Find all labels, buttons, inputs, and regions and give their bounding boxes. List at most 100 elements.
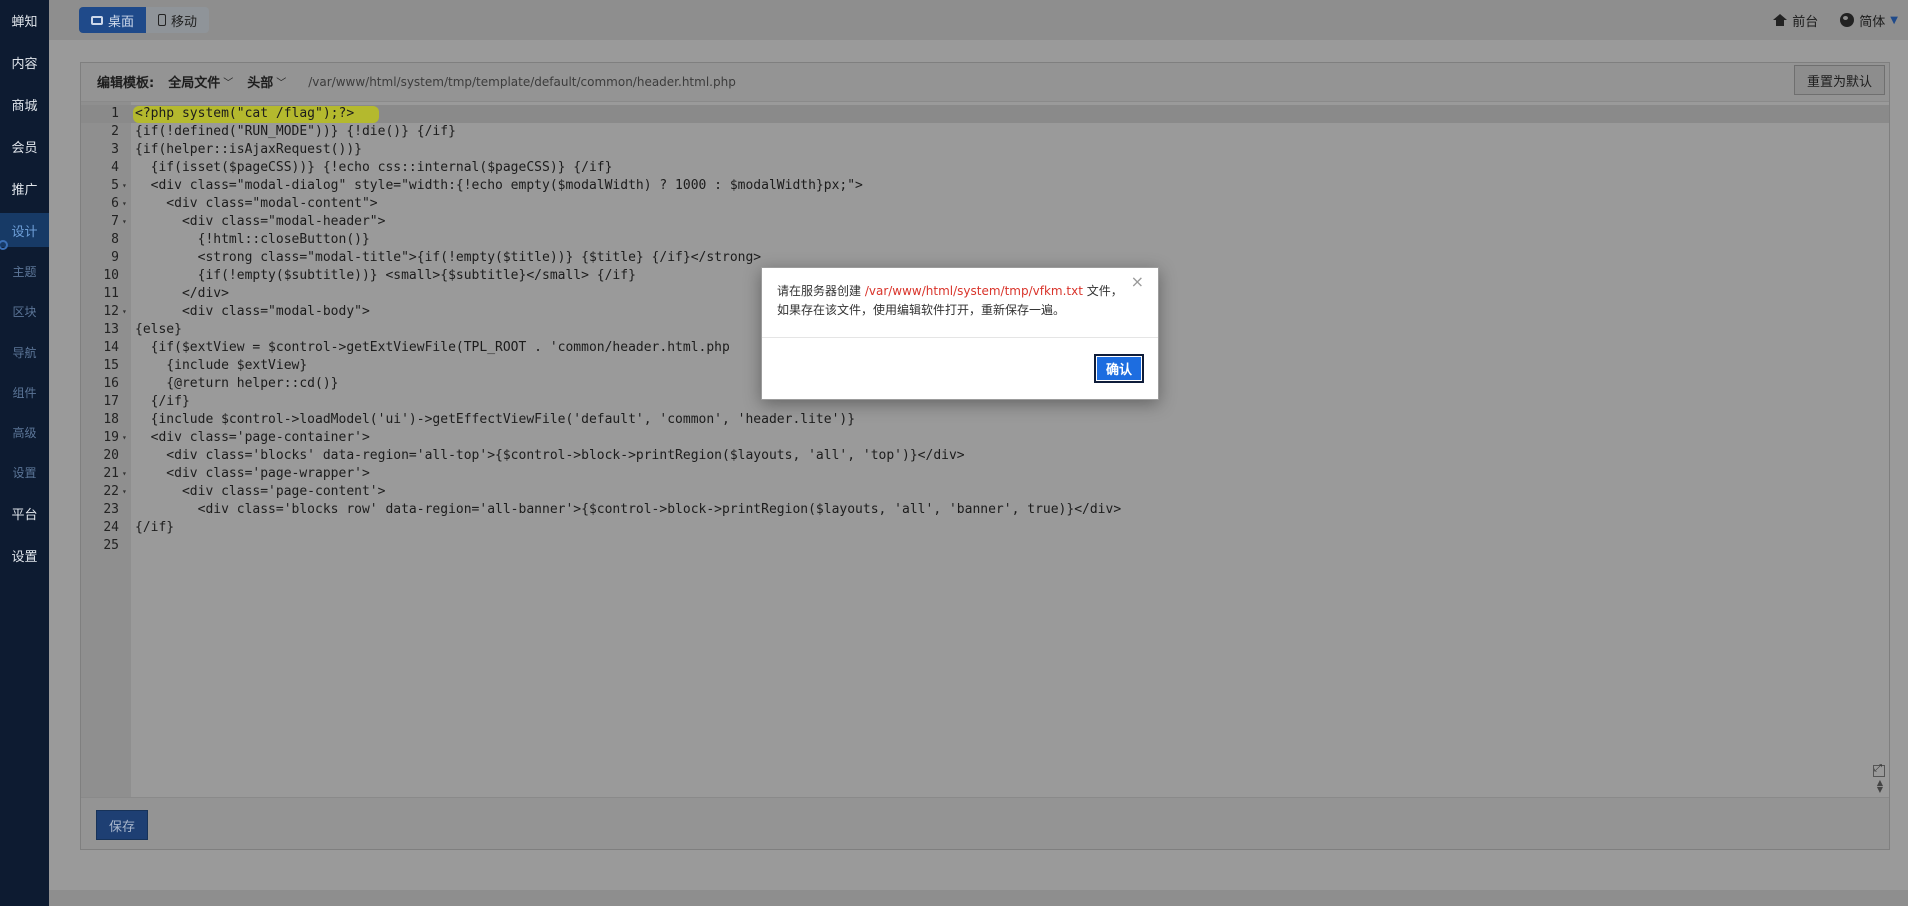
line-number: 23: [103, 502, 119, 517]
code-text: {/if}: [135, 520, 175, 535]
line-number: 6: [111, 196, 119, 211]
reset-default-button[interactable]: 重置为默认: [1793, 65, 1885, 95]
line-number: 15: [103, 358, 119, 373]
line-number: 21: [103, 466, 119, 481]
fold-toggle-icon[interactable]: ▾: [122, 483, 127, 501]
desktop-view-button[interactable]: 桌面: [79, 7, 147, 33]
fold-toggle-icon[interactable]: ▾: [122, 465, 127, 483]
code-text: <div class="modal-body">: [135, 304, 370, 319]
sidebar-item[interactable]: 会员: [0, 129, 49, 163]
section-dropdown[interactable]: 头部 ﹀: [247, 72, 286, 91]
line-number: 12: [103, 304, 119, 319]
code-line: 1 <?php system("cat /flag");?>: [81, 105, 1889, 123]
caret-down-icon: ▼: [1890, 14, 1898, 26]
line-number: 20: [103, 448, 119, 463]
line-number: 5: [111, 178, 119, 193]
code-text: <div class='blocks' data-region='all-top…: [135, 448, 965, 463]
line-number: 24: [103, 520, 119, 535]
language-dropdown[interactable]: 简体 ▼: [1840, 11, 1898, 30]
code-line: 3 {if(helper::isAjaxRequest())}: [81, 141, 1889, 159]
code-line: 4 {if(isset($pageCSS))} {!echo css::inte…: [81, 159, 1889, 177]
expand-icon: [1873, 763, 1885, 777]
fold-toggle-icon[interactable]: ▾: [122, 303, 127, 321]
code-line: 7 ▾ <div class="modal-header">: [81, 213, 1889, 231]
globe-icon: [1840, 13, 1855, 27]
sidebar-item[interactable]: 导航: [0, 335, 49, 369]
line-number: 22: [103, 484, 119, 499]
mobile-view-button[interactable]: 移动: [146, 7, 210, 33]
alert-modal: × 请在服务器创建 /var/www/html/system/tmp/vfkm.…: [761, 267, 1159, 400]
scope-dropdown-label: 全局文件: [168, 76, 221, 91]
chevron-down-icon: ﹀: [223, 78, 234, 89]
sidebar-item[interactable]: 区块: [0, 294, 49, 328]
chevron-down-icon: ﹀: [276, 78, 287, 89]
mobile-icon: [158, 14, 167, 26]
code-text: {if(!empty($subtitle))} <small>{$subtitl…: [135, 268, 636, 283]
line-number: 9: [111, 250, 119, 265]
sidebar-item[interactable]: 高级: [0, 415, 49, 449]
sidebar-item[interactable]: 设置: [0, 455, 49, 489]
code-text: {@return helper::cd()}: [135, 376, 339, 391]
line-number: 1: [111, 106, 119, 121]
code-text: <div class='page-wrapper'>: [135, 466, 370, 481]
home-icon: [1773, 14, 1788, 26]
code-line: 2 {if(!defined("RUN_MODE"))} {!die()} {/i…: [81, 123, 1889, 141]
section-dropdown-label: 头部: [247, 76, 274, 91]
view-toggle: 桌面 移动: [79, 7, 210, 33]
close-icon[interactable]: ×: [1131, 272, 1144, 291]
code-line: 23 <div class='blocks row' data-region='…: [81, 501, 1889, 519]
sidebar-item[interactable]: 推广: [0, 171, 49, 205]
monitor-icon: [91, 15, 103, 25]
code-editor[interactable]: 1 <?php system("cat /flag");?> 2 {if(!defin…: [81, 101, 1889, 798]
line-number: 14: [103, 340, 119, 355]
code-text: {else}: [135, 322, 182, 337]
front-link-label: 前台: [1792, 14, 1819, 30]
line-number: 7: [111, 214, 119, 229]
footer-strip: [49, 890, 1908, 906]
code-line: 18 {include $control->loadModel('ui')->g…: [81, 411, 1889, 429]
code-line: 6 ▾ <div class="modal-content">: [81, 195, 1889, 213]
front-link[interactable]: 前台: [1773, 11, 1818, 30]
edit-template-label: 编辑模板:: [97, 76, 155, 91]
top-right-links: 前台 简体 ▼: [1773, 0, 1898, 40]
modal-message: 请在服务器创建 /var/www/html/system/tmp/vfkm.tx…: [777, 282, 1132, 320]
line-number: 17: [103, 394, 119, 409]
modal-message-path: /var/www/html/system/tmp/vfkm.txt: [864, 284, 1083, 298]
fold-toggle-icon[interactable]: ▾: [122, 213, 127, 231]
code-text: <div class='page-content'>: [135, 484, 386, 499]
sidebar-item[interactable]: 设置: [0, 538, 49, 572]
mobile-view-label: 移动: [171, 14, 198, 30]
code-text: <div class="modal-content">: [135, 196, 378, 211]
code-line: 24 {/if}: [81, 519, 1889, 537]
scroll-arrows-icon: ▲ ▼: [1876, 778, 1884, 794]
code-text: <strong class="modal-title">{if(!empty($…: [135, 250, 762, 265]
line-number: 4: [111, 160, 119, 175]
code-text: <div class="modal-header">: [135, 214, 386, 229]
line-number: 11: [103, 286, 119, 301]
line-number: 18: [103, 412, 119, 427]
line-number: 2: [111, 124, 119, 139]
sidebar-item[interactable]: 主题: [0, 254, 49, 288]
fold-toggle-icon[interactable]: ▾: [122, 195, 127, 213]
confirm-button[interactable]: 确认: [1094, 354, 1144, 383]
line-number: 16: [103, 376, 119, 391]
code-text: {/if}: [135, 394, 190, 409]
scope-dropdown[interactable]: 全局文件 ﹀: [168, 72, 233, 91]
fold-toggle-icon[interactable]: ▾: [122, 429, 127, 447]
code-line: 21 ▾ <div class='page-wrapper'>: [81, 465, 1889, 483]
line-number: 3: [111, 142, 119, 157]
resize-icon[interactable]: ▲▼: [1873, 763, 1887, 794]
template-editor-panel: 编辑模板: 全局文件 ﹀ 头部 ﹀ /var/www/html/system/t…: [80, 62, 1890, 850]
cursor-indicator-icon: [0, 240, 8, 250]
sidebar-item[interactable]: 商城: [0, 87, 49, 121]
sidebar-item[interactable]: 蝉知: [0, 3, 49, 37]
sidebar: 蝉知 内容 商城 会员 推广 设计 主题 区块 导航 组件 高级 设置 平台 设置: [0, 0, 49, 906]
desktop-view-label: 桌面: [108, 14, 135, 30]
sidebar-item[interactable]: 平台: [0, 496, 49, 530]
editor-header: 编辑模板: 全局文件 ﹀ 头部 ﹀ /var/www/html/system/t…: [81, 63, 1889, 100]
fold-toggle-icon[interactable]: ▾: [122, 177, 127, 195]
sidebar-item[interactable]: 内容: [0, 45, 49, 79]
code-text: {if(isset($pageCSS))} {!echo css::intern…: [135, 160, 613, 175]
save-button[interactable]: 保存: [96, 810, 148, 840]
sidebar-item[interactable]: 组件: [0, 375, 49, 409]
